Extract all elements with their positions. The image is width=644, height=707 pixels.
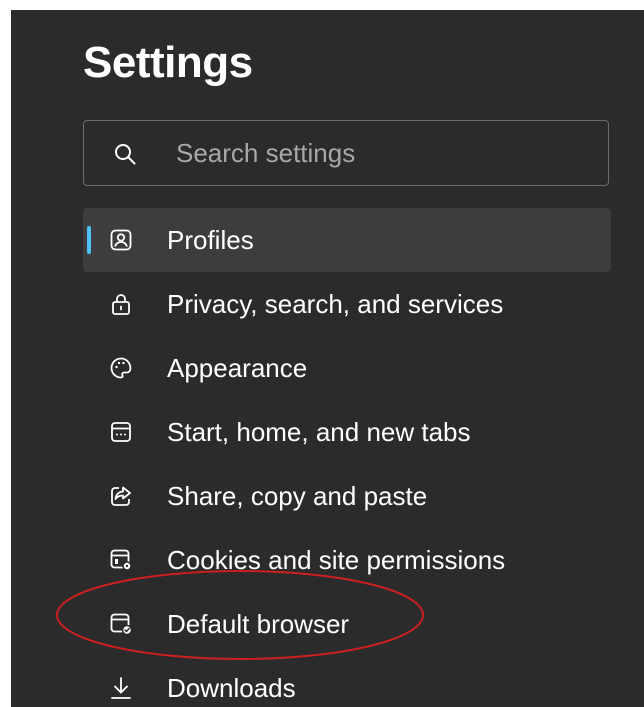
default-browser-icon — [110, 613, 133, 636]
nav-item-privacy[interactable]: Privacy, search, and services — [83, 272, 611, 336]
cookies-permissions-icon — [110, 549, 132, 571]
nav-item-profiles[interactable]: Profiles — [83, 208, 611, 272]
settings-nav: Profiles Privacy, search, and services A… — [83, 208, 611, 707]
nav-item-cookies-permissions[interactable]: Cookies and site permissions — [83, 528, 611, 592]
settings-sidebar: Settings Profiles Privacy, search — [11, 10, 644, 707]
profile-icon — [110, 229, 132, 251]
nav-item-appearance[interactable]: Appearance — [83, 336, 611, 400]
nav-item-share-copy-paste[interactable]: Share, copy and paste — [83, 464, 611, 528]
search-icon — [115, 144, 136, 165]
nav-item-label: Default browser — [167, 609, 350, 639]
active-indicator — [87, 226, 91, 254]
home-tab-icon — [111, 422, 131, 442]
search-box[interactable] — [83, 120, 609, 186]
page-title: Settings — [83, 38, 253, 87]
nav-item-label: Start, home, and new tabs — [167, 417, 471, 447]
nav-item-start-home-tabs[interactable]: Start, home, and new tabs — [83, 400, 611, 464]
nav-item-label: Cookies and site permissions — [167, 545, 506, 575]
nav-item-label: Privacy, search, and services — [167, 289, 504, 319]
share-icon — [111, 486, 131, 506]
nav-item-label: Profiles — [167, 225, 254, 255]
nav-item-downloads[interactable]: Downloads — [83, 656, 611, 707]
palette-icon — [110, 357, 132, 379]
lock-icon — [112, 294, 130, 315]
nav-item-label: Appearance — [167, 353, 308, 383]
nav-item-label: Downloads — [167, 673, 296, 703]
nav-item-label: Share, copy and paste — [167, 481, 428, 511]
download-icon — [111, 677, 131, 699]
nav-item-default-browser[interactable]: Default browser — [83, 592, 611, 656]
search-input[interactable] — [176, 135, 576, 171]
